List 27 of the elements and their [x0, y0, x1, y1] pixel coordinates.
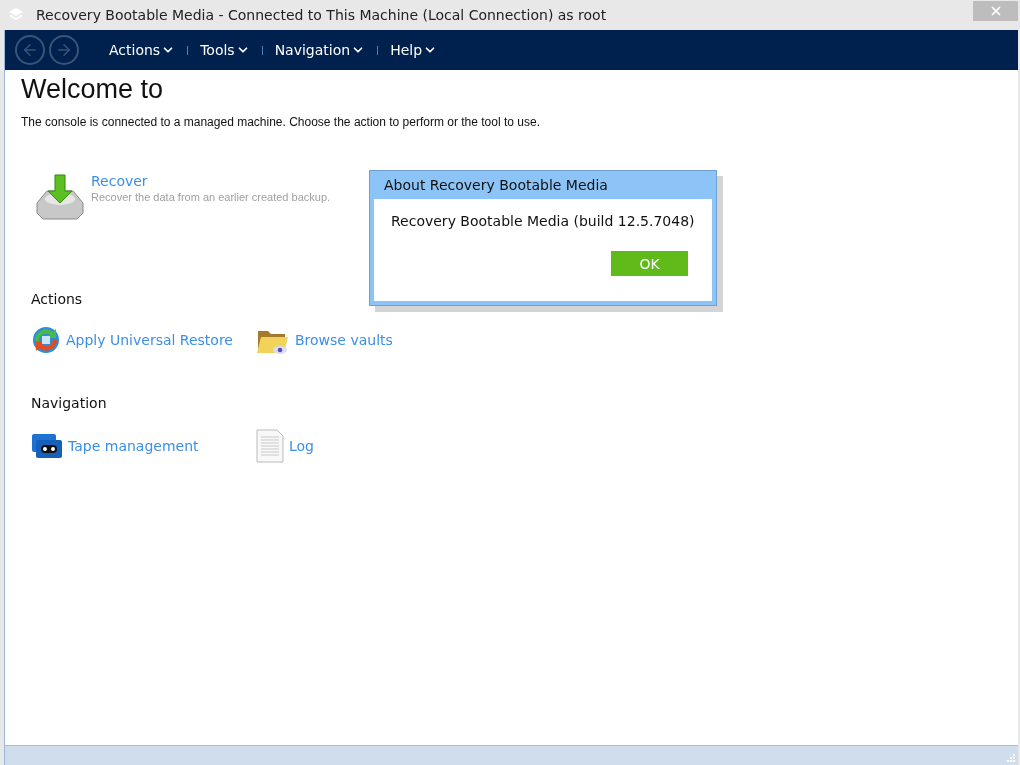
refresh-arrows-icon: [31, 325, 61, 355]
section-heading: Actions: [31, 291, 84, 307]
menu-item[interactable]: Navigation: [266, 42, 374, 58]
recover-link[interactable]: Recover: [91, 173, 331, 189]
dialog-title: About Recovery Bootable Media: [383, 176, 609, 195]
forward-arrow-icon: [55, 41, 73, 59]
intro-text: The console is connected to a managed machine. Choose the action to perform or the tool to use.: [21, 115, 541, 129]
action-link[interactable]: Tape management: [68, 438, 199, 454]
section-heading: Navigation: [31, 395, 108, 411]
drive-download-icon: [35, 173, 85, 221]
recover-description: Recover the data from an earlier created backup.: [91, 191, 331, 203]
page-heading: Welcome to: [21, 74, 165, 105]
window-title: Recovery Bootable Media - Connected to This Machine (Local Connection) as root: [36, 7, 608, 23]
menu-item[interactable]: Actions: [101, 42, 184, 58]
action-link[interactable]: Browse vaults: [295, 332, 393, 348]
menu-item[interactable]: Help: [382, 42, 446, 58]
dialog-message: Recovery Bootable Media (build 12.5.7048): [391, 213, 696, 229]
close-button[interactable]: [973, 0, 1018, 21]
tape-cassette-icon: [31, 432, 63, 460]
action-link[interactable]: Log: [289, 438, 314, 454]
menu-item[interactable]: Tools: [192, 42, 258, 58]
back-button[interactable]: [15, 35, 45, 65]
resize-grip-icon[interactable]: [1005, 752, 1015, 762]
action-link[interactable]: Apply Universal Restore: [66, 332, 233, 348]
document-icon: [256, 429, 284, 463]
forward-button[interactable]: [49, 35, 79, 65]
ok-button[interactable]: OK: [611, 251, 688, 276]
